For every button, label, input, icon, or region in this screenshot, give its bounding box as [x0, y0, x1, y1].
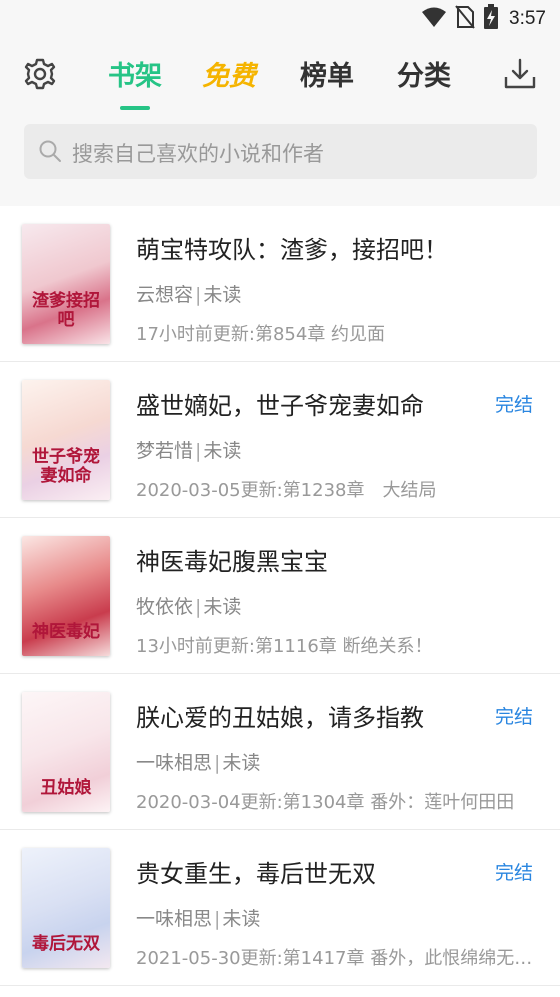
book-update: 17小时前更新:第854章 约见面	[136, 324, 386, 345]
book-status: 完结	[494, 862, 533, 884]
book-cover: 丑姑娘	[22, 692, 110, 812]
tab-free[interactable]: 免费	[202, 54, 256, 93]
app-header: 书架 免费 榜单 分类 搜索自己喜欢的小说和作者	[0, 38, 560, 206]
tab-ranking[interactable]: 榜单	[300, 54, 354, 93]
cover-title: 渣爹接招吧	[32, 291, 100, 330]
book-item[interactable]: 丑姑娘 朕心爱的丑姑娘，请多指教 完结 一味相思 | 未读 2020-03-04更新…	[0, 674, 560, 830]
book-author: 梦若惜	[136, 440, 194, 462]
book-title: 朕心爱的丑姑娘，请多指教	[136, 704, 424, 732]
tab-bookshelf[interactable]: 书架	[108, 54, 162, 93]
wifi-icon	[421, 6, 447, 32]
book-cover: 世子爷宠妻如命	[22, 380, 110, 500]
book-author: 一味相思	[136, 908, 213, 930]
read-state: 未读	[203, 440, 242, 462]
search-input[interactable]: 搜索自己喜欢的小说和作者	[24, 124, 537, 179]
status-icons: 3:57	[421, 4, 546, 34]
cover-title: 毒后无双	[32, 934, 100, 954]
read-state: 未读	[203, 596, 242, 618]
book-item[interactable]: 渣爹接招吧 萌宝特攻队：渣爹，接招吧！ 云想容 | 未读 17小时前更新:第854章…	[0, 206, 560, 362]
book-meta: 梦若惜 | 未读	[136, 440, 242, 462]
read-state: 未读	[222, 752, 261, 774]
cover-title: 神医毒妃	[32, 622, 100, 642]
book-cover: 渣爹接招吧	[22, 224, 110, 344]
top-tabs: 书架 免费 榜单 分类	[96, 54, 476, 114]
cover-title: 世子爷宠妻如命	[32, 447, 100, 486]
book-list: 渣爹接招吧 萌宝特攻队：渣爹，接招吧！ 云想容 | 未读 17小时前更新:第854章…	[0, 206, 560, 986]
no-sim-icon	[455, 5, 475, 33]
clock: 3:57	[509, 8, 546, 29]
download-button[interactable]	[500, 56, 540, 96]
search-placeholder: 搜索自己喜欢的小说和作者	[72, 142, 324, 166]
cover-title: 丑姑娘	[40, 778, 92, 798]
book-meta: 牧依依 | 未读	[136, 596, 242, 618]
book-title: 贵女重生，毒后世无双	[136, 860, 376, 888]
book-title: 盛世嫡妃，世子爷宠妻如命	[136, 392, 424, 420]
book-item[interactable]: 世子爷宠妻如命 盛世嫡妃，世子爷宠妻如命 完结 梦若惜 | 未读 2020-03-0…	[0, 362, 560, 518]
book-status: 完结	[494, 394, 533, 416]
book-item[interactable]: 毒后无双 贵女重生，毒后世无双 完结 一味相思 | 未读 2021-05-30更新:…	[0, 830, 560, 986]
status-bar: 3:57	[0, 0, 560, 38]
book-status: 完结	[494, 706, 533, 728]
book-author: 牧依依	[136, 596, 194, 618]
book-title: 神医毒妃腹黑宝宝	[136, 548, 328, 576]
book-meta: 云想容 | 未读	[136, 284, 242, 306]
active-tab-indicator	[120, 106, 150, 110]
settings-button[interactable]	[20, 56, 60, 96]
book-title: 萌宝特攻队：渣爹，接招吧！	[136, 236, 448, 264]
search-icon	[38, 139, 62, 167]
gear-icon	[23, 57, 57, 95]
download-icon	[503, 57, 537, 95]
book-cover: 毒后无双	[22, 848, 110, 968]
book-update: 2020-03-05更新:第1238章 大结局	[136, 480, 437, 501]
book-meta: 一味相思 | 未读	[136, 752, 261, 774]
book-author: 云想容	[136, 284, 194, 306]
tab-category[interactable]: 分类	[397, 54, 451, 93]
read-state: 未读	[203, 284, 242, 306]
book-author: 一味相思	[136, 752, 213, 774]
book-update: 2020-03-04更新:第1304章 番外：莲叶何田田	[136, 792, 515, 813]
book-item[interactable]: 神医毒妃 神医毒妃腹黑宝宝 牧依依 | 未读 13小时前更新:第1116章 断绝关系…	[0, 518, 560, 674]
book-meta: 一味相思 | 未读	[136, 908, 261, 930]
book-cover: 神医毒妃	[22, 536, 110, 656]
book-update: 2021-05-30更新:第1417章 番外，此恨绵绵无绝期	[136, 948, 536, 969]
battery-charging-icon	[483, 4, 499, 34]
book-update: 13小时前更新:第1116章 断绝关系！	[136, 636, 433, 657]
read-state: 未读	[222, 908, 261, 930]
